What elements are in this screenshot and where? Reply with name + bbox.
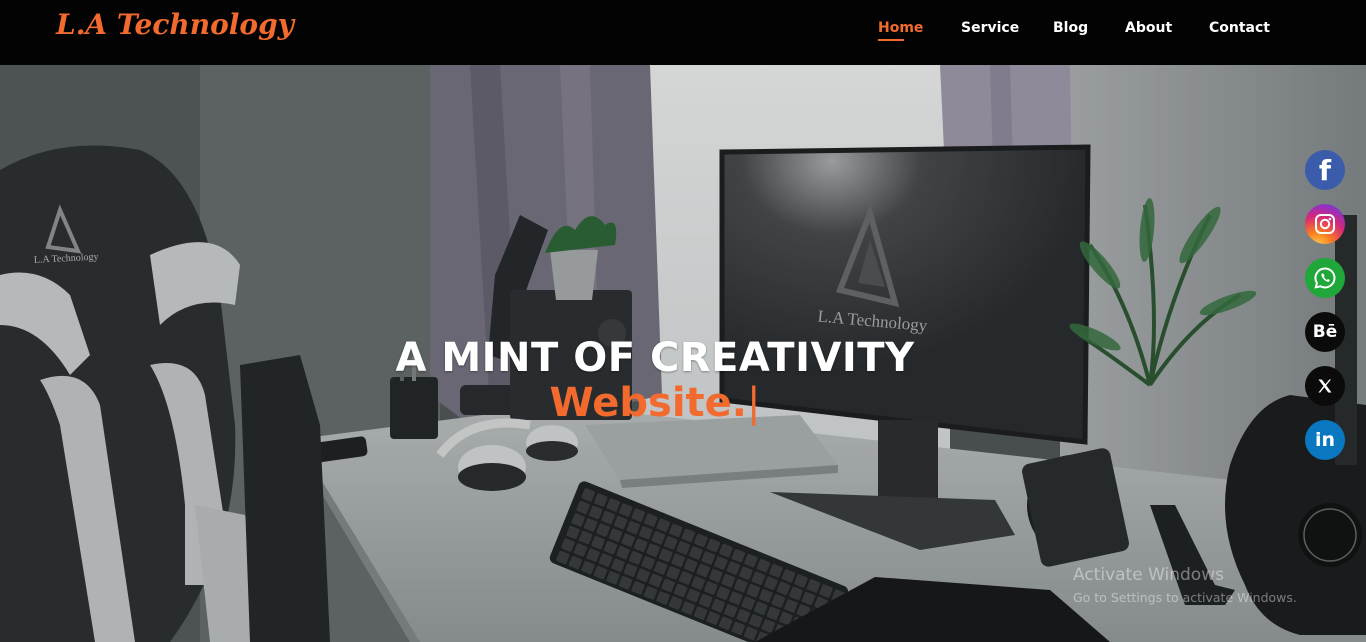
nav-link-service[interactable]: Service [961, 20, 1019, 36]
nav-link-about[interactable]: About [1125, 20, 1172, 36]
instagram-icon [1315, 214, 1335, 234]
nav-link-contact[interactable]: Contact [1209, 20, 1270, 36]
typed-cursor: | [746, 380, 761, 426]
windows-activation-watermark: Activate Windows Go to Settings to activ… [1073, 565, 1297, 605]
hero-typed-text: Website.| [0, 380, 1310, 426]
whatsapp-icon [1314, 267, 1336, 289]
linkedin-button[interactable]: in [1305, 420, 1345, 460]
behance-button[interactable]: Bē [1305, 312, 1345, 352]
whatsapp-button[interactable] [1305, 258, 1345, 298]
instagram-button[interactable] [1305, 204, 1345, 244]
main-nav: Home Service Blog About Contact [0, 20, 1366, 44]
hero-title: A MINT OF CREATIVITY [395, 335, 915, 381]
linkedin-icon: in [1314, 429, 1336, 451]
nav-link-blog[interactable]: Blog [1053, 20, 1088, 36]
typed-word: Website. [549, 380, 747, 426]
x-button[interactable] [1305, 366, 1345, 406]
hero-section: L.A Technology L.A Technology A MINT OF … [0, 65, 1366, 642]
facebook-icon: f [1318, 153, 1332, 187]
watermark-subtitle: Go to Settings to activate Windows. [1073, 590, 1297, 605]
top-navbar: L.A Technology Home Service Blog About C… [0, 0, 1366, 65]
nav-link-home[interactable]: Home [878, 20, 923, 41]
behance-icon: Bē [1312, 322, 1338, 342]
watermark-title: Activate Windows [1073, 565, 1224, 585]
facebook-button[interactable]: f [1305, 150, 1345, 190]
x-icon [1318, 379, 1332, 393]
